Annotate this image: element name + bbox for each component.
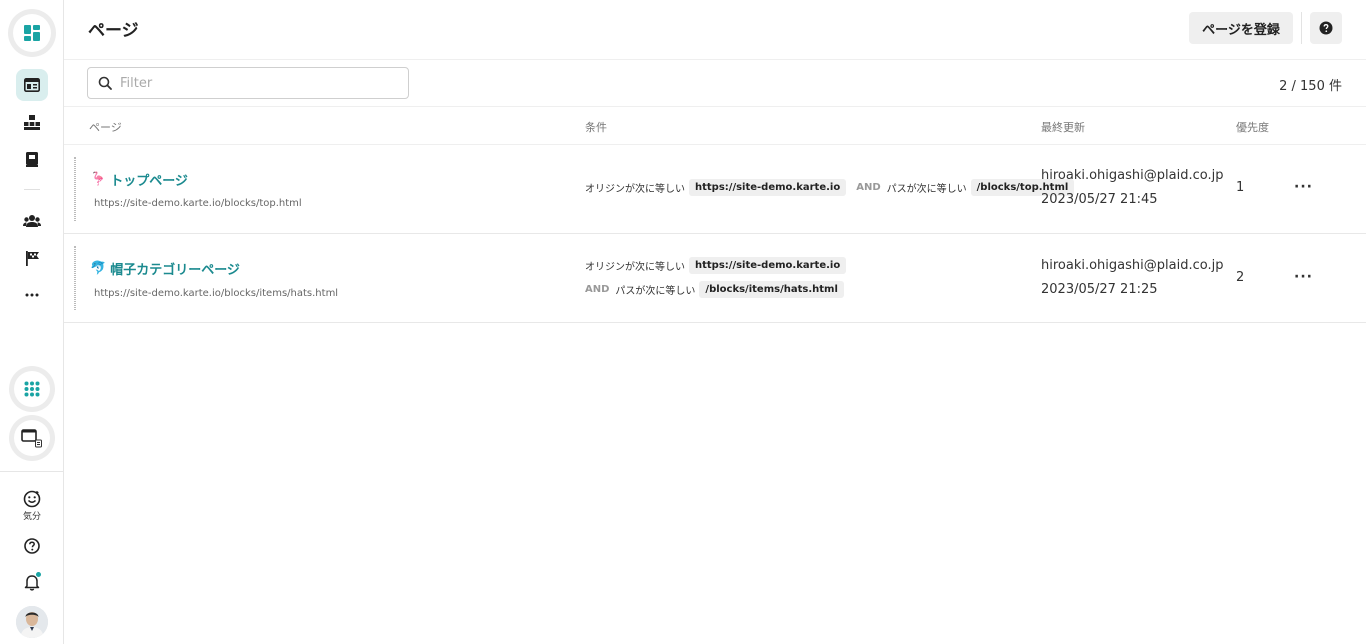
sidebar-item-goals[interactable] — [16, 242, 48, 274]
mood-label: 気分 — [22, 512, 41, 522]
sidebar-item-blocks[interactable] — [16, 106, 48, 138]
question-icon — [1319, 21, 1333, 35]
sidebar-item-guide[interactable] — [16, 143, 48, 175]
sidebar-item-segments[interactable] — [16, 205, 48, 237]
sidebar-more-button[interactable] — [16, 279, 48, 311]
notifications-button[interactable] — [16, 566, 48, 598]
page-name-link[interactable]: 🦩 トップページ — [90, 170, 188, 189]
drag-handle[interactable] — [74, 157, 76, 221]
users-icon — [23, 215, 41, 227]
browser-window-icon — [21, 429, 42, 448]
column-header-updated: 最終更新 — [1041, 121, 1085, 134]
condition-value: /blocks/items/hats.html — [699, 281, 844, 298]
app: 気分 ページ ページを登録 Filter 2 / 150 件 ページ 条件 最終… — [0, 0, 1366, 644]
table-row[interactable]: 🐬 帽子カテゴリーページ https://site-demo.karte.io/… — [64, 234, 1366, 323]
dashboard-icon — [24, 25, 40, 41]
condition: オリジンが次に等しい https://site-demo.karte.io AN… — [585, 179, 1078, 196]
condition-and: AND — [585, 284, 610, 295]
table-row[interactable]: 🦩 トップページ https://site-demo.karte.io/bloc… — [64, 145, 1366, 234]
user-avatar-icon — [16, 606, 48, 638]
flamingo-icon: 🦩 — [90, 172, 107, 187]
sidebar-divider — [24, 189, 40, 190]
filter-field[interactable] — [87, 67, 409, 99]
table-header: ページ 条件 最終更新 優先度 — [64, 106, 1366, 145]
blocks-icon — [24, 114, 40, 130]
condition-label: オリジンが次に等しい — [585, 184, 685, 195]
updated-user: hiroaki.ohigashi@plaid.co.jp — [1041, 168, 1224, 183]
page-title: ページ — [88, 21, 139, 41]
search-icon — [98, 76, 112, 90]
more-horizontal-icon — [25, 293, 39, 297]
condition-label: オリジンが次に等しい — [585, 262, 685, 273]
row-more-button[interactable]: ··· — [1294, 179, 1313, 195]
updated-user: hiroaki.ohigashi@plaid.co.jp — [1041, 258, 1224, 273]
smile-icon — [23, 490, 41, 508]
avatar[interactable] — [16, 606, 48, 638]
sidebar-bottom-divider — [0, 471, 63, 472]
page-name: トップページ — [110, 174, 188, 189]
flag-icon — [25, 250, 39, 266]
condition: オリジンが次に等しい https://site-demo.karte.io — [585, 257, 850, 274]
main-content: ページ ページを登録 2 / 150 件 ページ 条件 最終更新 — [64, 0, 1366, 644]
column-header-priority: 優先度 — [1236, 121, 1269, 134]
sidebar: 気分 — [0, 0, 64, 644]
condition-label: パスが次に等しい — [615, 286, 696, 297]
help-circle-icon — [24, 538, 40, 554]
dolphin-icon: 🐬 — [90, 261, 107, 276]
sidebar-item-pages[interactable] — [16, 69, 48, 101]
notification-dot — [35, 571, 42, 578]
apps-grid-icon — [24, 381, 40, 397]
condition-and: AND — [856, 182, 881, 193]
page-name-link[interactable]: 🐬 帽子カテゴリーページ — [90, 259, 240, 278]
page-url: https://site-demo.karte.io/blocks/items/… — [94, 288, 339, 299]
condition-label: パスが次に等しい — [886, 184, 967, 195]
apps-button[interactable] — [9, 366, 55, 412]
drag-handle[interactable] — [74, 246, 76, 310]
mood-button[interactable]: 気分 — [16, 490, 48, 522]
updated-date: 2023/05/27 21:25 — [1041, 282, 1158, 297]
row-more-button[interactable]: ··· — [1294, 269, 1313, 285]
filter-input[interactable] — [120, 75, 390, 91]
page-layout-icon — [24, 78, 40, 92]
page-header: ページ ページを登録 — [64, 0, 1366, 60]
updated-date: 2023/05/27 21:45 — [1041, 192, 1158, 207]
header-divider — [1301, 12, 1302, 44]
condition: AND パスが次に等しい /blocks/items/hats.html — [585, 281, 848, 298]
register-page-button[interactable]: ページを登録 — [1189, 12, 1293, 44]
page-url: https://site-demo.karte.io/blocks/top.ht… — [94, 198, 302, 209]
condition-value: https://site-demo.karte.io — [689, 179, 847, 196]
column-header-page: ページ — [89, 121, 122, 134]
help-center-button[interactable] — [16, 530, 48, 562]
window-switch-button[interactable] — [9, 415, 55, 461]
column-header-condition: 条件 — [585, 121, 607, 134]
priority-value: 2 — [1236, 270, 1245, 285]
priority-value: 1 — [1236, 180, 1245, 195]
condition-value: https://site-demo.karte.io — [689, 257, 847, 274]
book-icon — [26, 151, 38, 167]
result-count: 2 / 150 件 — [1279, 79, 1342, 94]
page-name: 帽子カテゴリーページ — [110, 263, 240, 278]
dashboard-button[interactable] — [8, 9, 56, 57]
page-help-button[interactable] — [1310, 12, 1342, 44]
